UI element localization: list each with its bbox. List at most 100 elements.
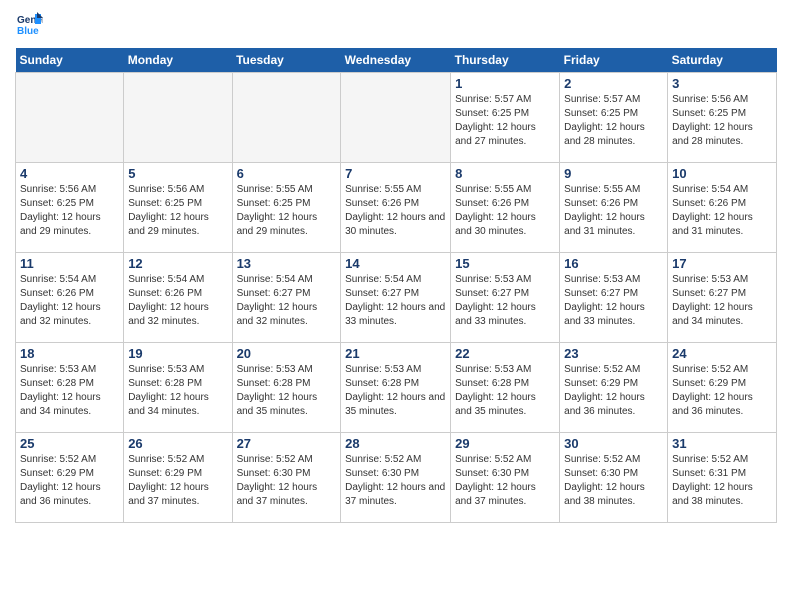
- day-info: Sunrise: 5:56 AM Sunset: 6:25 PM Dayligh…: [20, 183, 119, 239]
- weekday-header-monday: Monday: [124, 48, 232, 73]
- day-info: Sunrise: 5:57 AM Sunset: 6:25 PM Dayligh…: [455, 93, 555, 149]
- calendar-cell: 10Sunrise: 5:54 AM Sunset: 6:26 PM Dayli…: [668, 163, 777, 253]
- day-number: 28: [345, 436, 446, 451]
- day-number: 31: [672, 436, 772, 451]
- calendar-table: SundayMondayTuesdayWednesdayThursdayFrid…: [15, 48, 777, 523]
- calendar-cell: 1 Sunrise: 5:57 AM Sunset: 6:25 PM Daylig…: [451, 73, 560, 163]
- calendar-cell: 9Sunrise: 5:55 AM Sunset: 6:26 PM Daylig…: [560, 163, 668, 253]
- day-info: Sunrise: 5:53 AM Sunset: 6:27 PM Dayligh…: [564, 273, 663, 329]
- day-number: 17: [672, 256, 772, 271]
- day-info: Sunrise: 5:52 AM Sunset: 6:30 PM Dayligh…: [237, 453, 337, 509]
- calendar-cell: 20 Sunrise: 5:53 AM Sunset: 6:28 PM Dayli…: [232, 343, 341, 433]
- day-number: 8: [455, 166, 555, 181]
- day-number: 12: [128, 256, 227, 271]
- calendar-cell: 28 Sunrise: 5:52 AM Sunset: 6:30 PM Dayli…: [341, 433, 451, 523]
- day-info: Sunrise: 5:53 AM Sunset: 6:27 PM Dayligh…: [455, 273, 555, 329]
- calendar-cell: 22Sunrise: 5:53 AM Sunset: 6:28 PM Dayli…: [451, 343, 560, 433]
- day-info: Sunrise: 5:54 AM Sunset: 6:26 PM Dayligh…: [128, 273, 227, 329]
- day-info: Sunrise: 5:52 AM Sunset: 6:29 PM Dayligh…: [564, 363, 663, 419]
- day-info: Sunrise: 5:55 AM Sunset: 6:26 PM Dayligh…: [455, 183, 555, 239]
- day-info: Sunrise: 5:55 AM Sunset: 6:26 PM Dayligh…: [564, 183, 663, 239]
- calendar-cell: 15 Sunrise: 5:53 AM Sunset: 6:27 PM Dayli…: [451, 253, 560, 343]
- logo: General Blue: [15, 10, 47, 38]
- calendar-cell: 26 Sunrise: 5:52 AM Sunset: 6:29 PM Dayli…: [124, 433, 232, 523]
- calendar-cell: 3Sunrise: 5:56 AM Sunset: 6:25 PM Daylig…: [668, 73, 777, 163]
- calendar-cell: [124, 73, 232, 163]
- day-info: Sunrise: 5:54 AM Sunset: 6:26 PM Dayligh…: [20, 273, 119, 329]
- day-number: 20: [237, 346, 337, 361]
- calendar-cell: 12 Sunrise: 5:54 AM Sunset: 6:26 PM Dayli…: [124, 253, 232, 343]
- day-info: Sunrise: 5:53 AM Sunset: 6:28 PM Dayligh…: [237, 363, 337, 419]
- calendar-cell: 25 Sunrise: 5:52 AM Sunset: 6:29 PM Dayli…: [16, 433, 124, 523]
- calendar-cell: 27 Sunrise: 5:52 AM Sunset: 6:30 PM Dayli…: [232, 433, 341, 523]
- weekday-header-saturday: Saturday: [668, 48, 777, 73]
- calendar-cell: 19 Sunrise: 5:53 AM Sunset: 6:28 PM Dayli…: [124, 343, 232, 433]
- day-number: 18: [20, 346, 119, 361]
- day-number: 5: [128, 166, 227, 181]
- day-number: 10: [672, 166, 772, 181]
- calendar-cell: 7Sunrise: 5:55 AM Sunset: 6:26 PM Daylig…: [341, 163, 451, 253]
- day-number: 16: [564, 256, 663, 271]
- calendar-cell: 6Sunrise: 5:55 AM Sunset: 6:25 PM Daylig…: [232, 163, 341, 253]
- week-row-3: 11 Sunrise: 5:54 AM Sunset: 6:26 PM Dayli…: [16, 253, 777, 343]
- day-number: 22: [455, 346, 555, 361]
- logo-icon: General Blue: [15, 10, 43, 38]
- day-number: 11: [20, 256, 119, 271]
- weekday-header-tuesday: Tuesday: [232, 48, 341, 73]
- week-row-5: 25 Sunrise: 5:52 AM Sunset: 6:29 PM Dayli…: [16, 433, 777, 523]
- calendar-cell: 2Sunrise: 5:57 AM Sunset: 6:25 PM Daylig…: [560, 73, 668, 163]
- day-info: Sunrise: 5:53 AM Sunset: 6:27 PM Dayligh…: [672, 273, 772, 329]
- day-number: 4: [20, 166, 119, 181]
- weekday-header-wednesday: Wednesday: [341, 48, 451, 73]
- weekday-header-sunday: Sunday: [16, 48, 124, 73]
- day-info: Sunrise: 5:55 AM Sunset: 6:25 PM Dayligh…: [237, 183, 337, 239]
- calendar-cell: 8 Sunrise: 5:55 AM Sunset: 6:26 PM Daylig…: [451, 163, 560, 253]
- day-info: Sunrise: 5:52 AM Sunset: 6:30 PM Dayligh…: [455, 453, 555, 509]
- weekday-header-thursday: Thursday: [451, 48, 560, 73]
- calendar-cell: 17 Sunrise: 5:53 AM Sunset: 6:27 PM Dayli…: [668, 253, 777, 343]
- day-info: Sunrise: 5:53 AM Sunset: 6:28 PM Dayligh…: [345, 363, 446, 419]
- calendar-cell: 29 Sunrise: 5:52 AM Sunset: 6:30 PM Dayli…: [451, 433, 560, 523]
- day-info: Sunrise: 5:53 AM Sunset: 6:28 PM Dayligh…: [20, 363, 119, 419]
- day-number: 29: [455, 436, 555, 451]
- day-info: Sunrise: 5:52 AM Sunset: 6:30 PM Dayligh…: [564, 453, 663, 509]
- day-number: 19: [128, 346, 227, 361]
- calendar-cell: 23Sunrise: 5:52 AM Sunset: 6:29 PM Dayli…: [560, 343, 668, 433]
- day-number: 1: [455, 76, 555, 91]
- day-number: 21: [345, 346, 446, 361]
- day-number: 30: [564, 436, 663, 451]
- calendar-cell: 24 Sunrise: 5:52 AM Sunset: 6:29 PM Dayli…: [668, 343, 777, 433]
- day-info: Sunrise: 5:54 AM Sunset: 6:27 PM Dayligh…: [345, 273, 446, 329]
- day-number: 24: [672, 346, 772, 361]
- calendar-cell: 16 Sunrise: 5:53 AM Sunset: 6:27 PM Dayli…: [560, 253, 668, 343]
- day-info: Sunrise: 5:56 AM Sunset: 6:25 PM Dayligh…: [672, 93, 772, 149]
- day-number: 14: [345, 256, 446, 271]
- svg-text:Blue: Blue: [17, 26, 39, 37]
- calendar-cell: 11 Sunrise: 5:54 AM Sunset: 6:26 PM Dayli…: [16, 253, 124, 343]
- calendar-cell: [16, 73, 124, 163]
- day-info: Sunrise: 5:52 AM Sunset: 6:30 PM Dayligh…: [345, 453, 446, 509]
- day-info: Sunrise: 5:53 AM Sunset: 6:28 PM Dayligh…: [128, 363, 227, 419]
- day-number: 7: [345, 166, 446, 181]
- calendar-cell: 21 Sunrise: 5:53 AM Sunset: 6:28 PM Dayli…: [341, 343, 451, 433]
- day-number: 15: [455, 256, 555, 271]
- calendar-cell: 5Sunrise: 5:56 AM Sunset: 6:25 PM Daylig…: [124, 163, 232, 253]
- week-row-2: 4 Sunrise: 5:56 AM Sunset: 6:25 PM Daylig…: [16, 163, 777, 253]
- day-info: Sunrise: 5:52 AM Sunset: 6:29 PM Dayligh…: [672, 363, 772, 419]
- calendar-cell: 30 Sunrise: 5:52 AM Sunset: 6:30 PM Dayli…: [560, 433, 668, 523]
- calendar-cell: 18 Sunrise: 5:53 AM Sunset: 6:28 PM Dayli…: [16, 343, 124, 433]
- calendar-cell: 14 Sunrise: 5:54 AM Sunset: 6:27 PM Dayli…: [341, 253, 451, 343]
- week-row-1: 1 Sunrise: 5:57 AM Sunset: 6:25 PM Daylig…: [16, 73, 777, 163]
- day-number: 13: [237, 256, 337, 271]
- weekday-header-friday: Friday: [560, 48, 668, 73]
- page-header: General Blue: [15, 10, 777, 42]
- day-number: 2: [564, 76, 663, 91]
- calendar-cell: [232, 73, 341, 163]
- day-number: 25: [20, 436, 119, 451]
- day-info: Sunrise: 5:52 AM Sunset: 6:29 PM Dayligh…: [128, 453, 227, 509]
- day-info: Sunrise: 5:52 AM Sunset: 6:29 PM Dayligh…: [20, 453, 119, 509]
- weekday-header-row: SundayMondayTuesdayWednesdayThursdayFrid…: [16, 48, 777, 73]
- calendar-cell: 13Sunrise: 5:54 AM Sunset: 6:27 PM Dayli…: [232, 253, 341, 343]
- day-number: 27: [237, 436, 337, 451]
- day-number: 26: [128, 436, 227, 451]
